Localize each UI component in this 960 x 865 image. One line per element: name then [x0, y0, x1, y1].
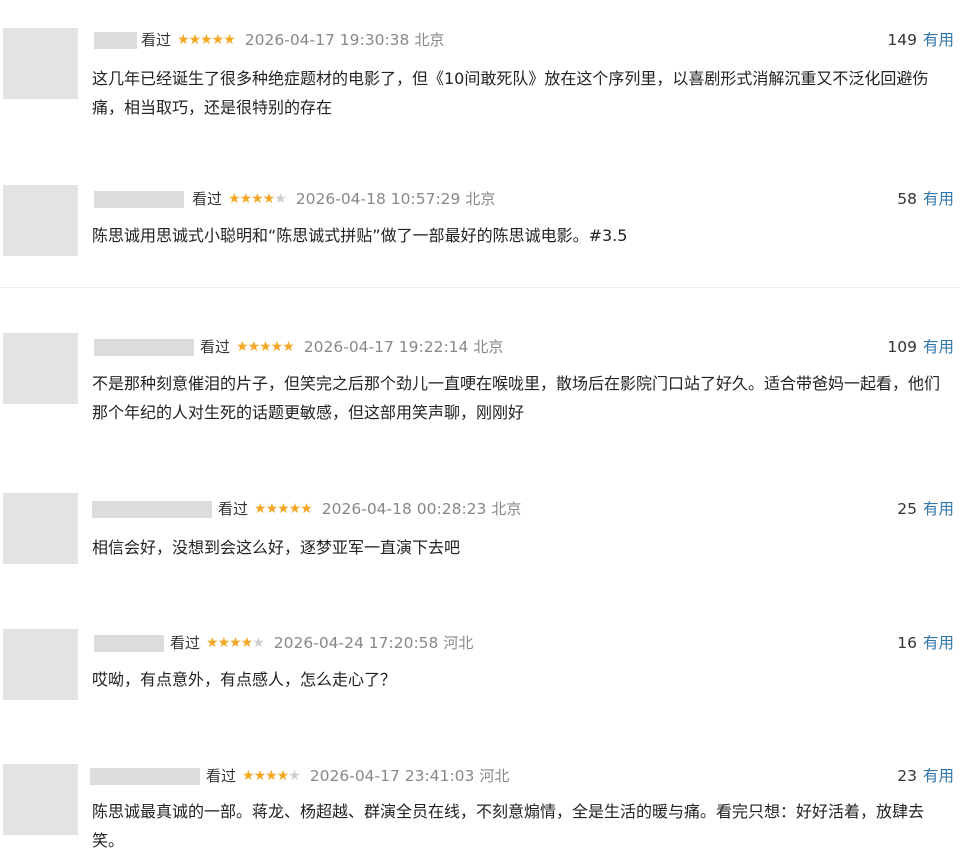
watch-status: 看过: [170, 634, 201, 652]
review-location: 北京: [465, 190, 496, 208]
review-content: 不是那种刻意催泪的片子，但笑完之后那个劲儿一直哽在喉咙里，散场后在影院门口站了好…: [92, 374, 941, 422]
vote-area: 149 有用: [887, 28, 954, 52]
review-time: 2026-04-18 00:28:23: [321, 500, 487, 518]
review-meta: 看过 ★★★★★ 2026-04-17 19:30:38 北京: [141, 28, 444, 52]
review-item: 看过 ★★★★★ 2026-04-17 23:41:03 河北 23 有用 陈思诚最真诚…: [0, 764, 960, 864]
divider: [0, 287, 960, 288]
review-location: 河北: [443, 634, 474, 652]
review-location: 北京: [491, 500, 522, 518]
rating-stars-icon: ★★★★★: [206, 635, 265, 651]
vote-count: 23: [897, 767, 917, 785]
review-content: 这几年已经诞生了很多种绝症题材的电影了，但《10间敢死队》放在这个序列里，以喜剧…: [92, 69, 929, 117]
vote-area: 109 有用: [887, 335, 954, 359]
avatar[interactable]: [3, 333, 78, 404]
review-content: 哎呦，有点意外，有点感人，怎么走心了？: [92, 670, 397, 689]
vote-area: 58 有用: [897, 187, 954, 211]
watch-status: 看过: [200, 338, 231, 356]
review-time: 2026-04-17 23:41:03: [309, 767, 475, 785]
username-redacted[interactable]: [94, 635, 164, 652]
review-meta: 看过 ★★★★★ 2026-04-17 23:41:03 河北: [206, 764, 509, 788]
username-redacted[interactable]: [92, 501, 212, 518]
review-time: 2026-04-24 17:20:58: [273, 634, 439, 652]
rating-stars-icon: ★★★★★: [236, 339, 295, 355]
username-redacted[interactable]: [94, 32, 137, 49]
review-location: 北京: [473, 338, 504, 356]
vote-area: 25 有用: [897, 497, 954, 521]
review-item: 看过 ★★★★★ 2026-04-18 10:57:29 北京 58 有用 陈思诚用思诚…: [0, 185, 960, 277]
avatar[interactable]: [3, 629, 78, 700]
rating-stars-icon: ★★★★★: [177, 32, 236, 48]
useful-button[interactable]: 有用: [923, 500, 954, 518]
watch-status: 看过: [218, 500, 249, 518]
avatar[interactable]: [3, 28, 78, 99]
review-meta: 看过 ★★★★★ 2026-04-24 17:20:58 河北: [170, 631, 473, 655]
avatar[interactable]: [3, 764, 78, 835]
review-meta: 看过 ★★★★★ 2026-04-18 00:28:23 北京: [218, 497, 521, 521]
vote-area: 23 有用: [897, 764, 954, 788]
review-item: 看过 ★★★★★ 2026-04-24 17:20:58 河北 16 有用 哎呦，有点意…: [0, 629, 960, 721]
review-content: 陈思诚最真诚的一部。蒋龙、杨超越、群演全员在线，不刻意煽情，全是生活的暖与痛。看…: [92, 802, 925, 850]
useful-button[interactable]: 有用: [923, 190, 954, 208]
review-meta: 看过 ★★★★★ 2026-04-18 10:57:29 北京: [192, 187, 495, 211]
vote-count: 109: [887, 338, 917, 356]
watch-status: 看过: [192, 190, 223, 208]
rating-stars-icon: ★★★★★: [242, 768, 301, 784]
watch-status: 看过: [206, 767, 237, 785]
useful-button[interactable]: 有用: [923, 31, 954, 49]
review-location: 河北: [479, 767, 510, 785]
username-redacted[interactable]: [94, 191, 184, 208]
vote-area: 16 有用: [897, 631, 954, 655]
useful-button[interactable]: 有用: [923, 767, 954, 785]
review-item: 看过 ★★★★★ 2026-04-17 19:22:14 北京 109 有用 不是那种刻…: [0, 333, 960, 445]
username-redacted[interactable]: [94, 339, 194, 356]
avatar[interactable]: [3, 185, 78, 256]
review-meta: 看过 ★★★★★ 2026-04-17 19:22:14 北京: [200, 335, 503, 359]
review-time: 2026-04-17 19:30:38: [244, 31, 410, 49]
useful-button[interactable]: 有用: [923, 338, 954, 356]
vote-count: 149: [887, 31, 917, 49]
review-item: 看过 ★★★★★ 2026-04-17 19:30:38 北京 149 有用 这几年已经…: [0, 28, 960, 138]
useful-button[interactable]: 有用: [923, 634, 954, 652]
username-redacted[interactable]: [90, 768, 200, 785]
avatar[interactable]: [3, 493, 78, 564]
rating-stars-icon: ★★★★★: [228, 191, 287, 207]
review-content: 相信会好，没想到会这么好，逐梦亚军一直演下去吧: [92, 538, 461, 557]
vote-count: 16: [897, 634, 917, 652]
rating-stars-icon: ★★★★★: [254, 501, 313, 517]
review-time: 2026-04-17 19:22:14: [303, 338, 469, 356]
vote-count: 58: [897, 190, 917, 208]
watch-status: 看过: [141, 31, 172, 49]
review-time: 2026-04-18 10:57:29: [295, 190, 461, 208]
vote-count: 25: [897, 500, 917, 518]
review-item: 看过 ★★★★★ 2026-04-18 00:28:23 北京 25 有用 相信会好，没…: [0, 493, 960, 587]
review-location: 北京: [414, 31, 445, 49]
review-content: 陈思诚用思诚式小聪明和“陈思诚式拼贴”做了一部最好的陈思诚电影。#3.5: [92, 226, 628, 245]
